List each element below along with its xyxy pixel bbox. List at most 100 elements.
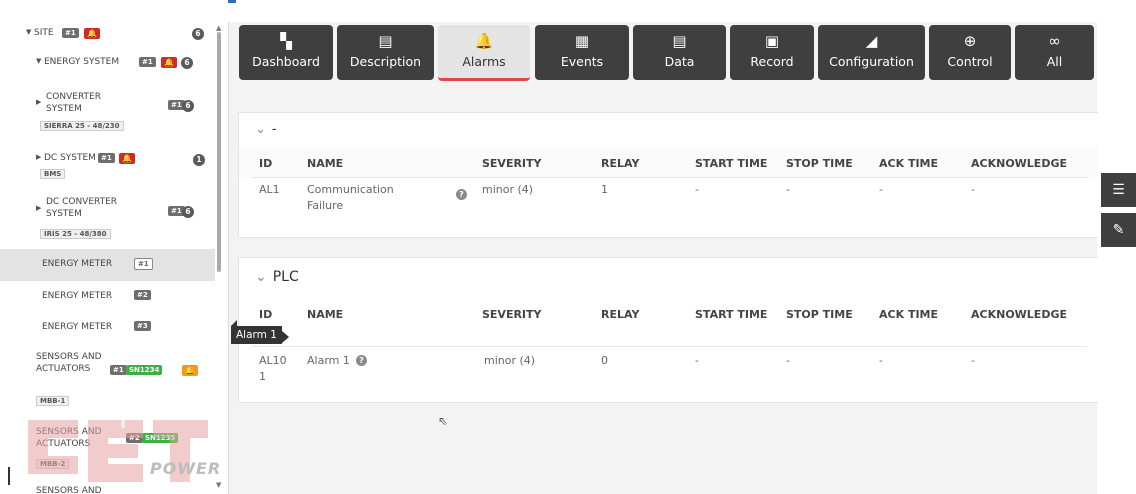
tab-control[interactable]: ⊕ Control xyxy=(929,25,1011,80)
number-badge: #2 xyxy=(126,433,143,443)
column-header: STOP TIME xyxy=(786,157,853,170)
edit-pencil-icon[interactable]: ✎ xyxy=(1101,213,1136,247)
main-content: ▚ Dashboard ▤ Description 🔔 Alarms ▦ Eve… xyxy=(229,22,1100,494)
control-icon: ⊕ xyxy=(963,32,977,50)
count-badge: 6 xyxy=(182,100,194,112)
tab-configuration[interactable]: ◢ Configuration xyxy=(818,25,925,80)
mouse-cursor-icon: ⇖ xyxy=(438,414,449,428)
tree-node-converter-system[interactable]: ▶ CONVERTER SYSTEM #1 6 SIERRA 25 - 48/2… xyxy=(0,88,215,136)
tree-label: CONVERTER SYSTEM xyxy=(46,92,101,114)
tree-node-sensors-actuators-3[interactable]: SENSORS AND xyxy=(0,484,215,494)
alarm-start-time: - xyxy=(695,354,699,367)
tree-label: SENSORS AND ACTUATORS xyxy=(36,352,102,374)
sidebar-scrollbar[interactable]: ▲ ▼ xyxy=(216,24,222,494)
caret-down-icon[interactable]: ▼ xyxy=(26,28,33,36)
tree-label: ENERGY METER xyxy=(42,291,113,301)
tree-node-energy-meter-1[interactable]: ENERGY METER #1 xyxy=(0,249,215,281)
tab-record[interactable]: ▣ Record xyxy=(730,25,814,80)
tree-label: SITE xyxy=(34,28,54,38)
help-icon[interactable]: ? xyxy=(456,189,467,200)
device-model-tag: MBB-1 xyxy=(36,396,70,406)
alarm-name: Communication xyxy=(307,183,394,196)
count-badge: 6 xyxy=(181,57,193,69)
group-header[interactable]: ⌄ PLC xyxy=(239,258,1099,296)
warning-bell-icon: 🔔 xyxy=(182,365,198,376)
alarm-name: Failure xyxy=(307,199,344,212)
tab-bar: ▚ Dashboard ▤ Description 🔔 Alarms ▦ Eve… xyxy=(229,22,1097,102)
device-model-tag: SIERRA 25 - 48/230 xyxy=(40,121,124,131)
tree-node-dc-system[interactable]: ▶ DC SYSTEM #1 🔔 1 BMS xyxy=(0,150,215,180)
caret-right-icon[interactable]: ▶ xyxy=(36,153,43,161)
device-model-tag: IRIS 25 - 48/380 xyxy=(40,229,111,239)
column-header: ID xyxy=(259,308,273,321)
tooltip-text: Alarm 1 xyxy=(236,329,277,341)
alarm-bell-icon: 🔔 xyxy=(161,57,177,68)
tab-events[interactable]: ▦ Events xyxy=(535,25,629,80)
tab-description[interactable]: ▤ Description xyxy=(337,25,434,80)
column-header: STOP TIME xyxy=(786,308,853,321)
tree-node-dc-converter-system[interactable]: ▶ DC CONVERTER SYSTEM #1 6 IRIS 25 - 48/… xyxy=(0,192,215,242)
tab-label: Dashboard xyxy=(252,54,320,69)
group-header[interactable]: ⌄ - xyxy=(239,113,1099,147)
brand-watermark-text: POWER xyxy=(150,459,222,478)
alarm-stop-time: - xyxy=(786,354,790,367)
device-model-tag: MBB-2 xyxy=(36,459,70,469)
serial-number-badge: SN1235 xyxy=(142,433,179,443)
row-divider xyxy=(251,346,1087,347)
resize-handle[interactable] xyxy=(8,467,10,485)
filter-icon[interactable]: ☰ xyxy=(1101,173,1136,207)
count-badge: 1 xyxy=(193,154,205,166)
tree-label: DC SYSTEM xyxy=(44,153,96,163)
chevron-down-icon[interactable]: ⌄ xyxy=(255,122,266,137)
row-divider xyxy=(251,177,1087,178)
sidebar-tree: ▼ SITE #1 🔔 6 ▼ ENERGY SYSTEM #1 🔔 6 ▶ C… xyxy=(0,22,229,494)
tab-dashboard[interactable]: ▚ Dashboard xyxy=(239,25,333,80)
tree-label: SENSORS AND xyxy=(36,486,102,494)
tree-label: SENSORS AND ACTUATORS xyxy=(36,427,102,449)
dashboard-icon: ▚ xyxy=(280,32,292,50)
column-header: ACK TIME xyxy=(879,157,938,170)
infinity-icon: ∞ xyxy=(1048,32,1061,50)
caret-right-icon[interactable]: ▶ xyxy=(36,98,43,106)
tab-label: Description xyxy=(349,54,422,69)
table-header-row xyxy=(239,147,1099,177)
alarm-group-panel: ⌄ - ID NAME SEVERITY RELAY START TIME STO… xyxy=(238,112,1100,238)
tree-node-energy-meter-3[interactable]: ENERGY METER #3 xyxy=(0,315,215,341)
column-header: RELAY xyxy=(601,308,640,321)
alarm-relay: 1 xyxy=(601,183,608,196)
alarm-acknowledge: - xyxy=(971,354,975,367)
scrollbar-thumb[interactable] xyxy=(217,32,221,272)
alarm-acknowledge: - xyxy=(971,183,975,196)
alarm-relay: 0 xyxy=(601,354,608,367)
tree-label: DC CONVERTER SYSTEM xyxy=(46,197,118,219)
tree-node-energy-system[interactable]: ▼ ENERGY SYSTEM #1 🔔 6 xyxy=(0,54,215,70)
scroll-up-icon[interactable]: ▲ xyxy=(216,24,221,32)
alarm-table: ID NAME SEVERITY RELAY START TIME STOP T… xyxy=(239,147,1099,237)
tree-node-site[interactable]: ▼ SITE #1 🔔 6 xyxy=(0,26,215,42)
column-header: START TIME xyxy=(695,308,768,321)
alarm-id: AL10 xyxy=(259,354,287,367)
column-header: RELAY xyxy=(601,157,640,170)
column-header: ACKNOWLEDGE xyxy=(971,308,1067,321)
tab-label: Events xyxy=(560,54,604,69)
column-header: SEVERITY xyxy=(482,308,542,321)
tree-node-sensors-actuators-1[interactable]: SENSORS AND ACTUATORS #1 SN1234 🔔 MBB-1 xyxy=(0,349,215,407)
tab-all[interactable]: ∞ All xyxy=(1015,25,1094,80)
help-icon[interactable]: ? xyxy=(356,355,367,366)
tab-alarms[interactable]: 🔔 Alarms xyxy=(438,25,530,81)
number-badge: #1 xyxy=(62,28,79,38)
number-badge: #1 xyxy=(110,365,127,375)
tree-node-energy-meter-2[interactable]: ENERGY METER #2 xyxy=(0,284,215,310)
alarm-id: AL1 xyxy=(259,183,280,196)
alarm-group-panel: ⌄ PLC ID NAME SEVERITY RELAY START TIME S… xyxy=(238,257,1100,403)
caret-down-icon[interactable]: ▼ xyxy=(36,57,43,65)
number-badge: #1 xyxy=(98,153,115,163)
caret-right-icon[interactable]: ▶ xyxy=(36,204,43,212)
column-header: START TIME xyxy=(695,157,768,170)
chevron-down-icon[interactable]: ⌄ xyxy=(255,269,267,285)
tab-data[interactable]: ▤ Data xyxy=(633,25,726,80)
alarm-ack-time: - xyxy=(879,183,883,196)
scroll-down-icon[interactable]: ▼ xyxy=(216,481,221,489)
tree-label: ENERGY METER xyxy=(42,259,113,269)
tree-label: ENERGY SYSTEM xyxy=(44,57,120,67)
